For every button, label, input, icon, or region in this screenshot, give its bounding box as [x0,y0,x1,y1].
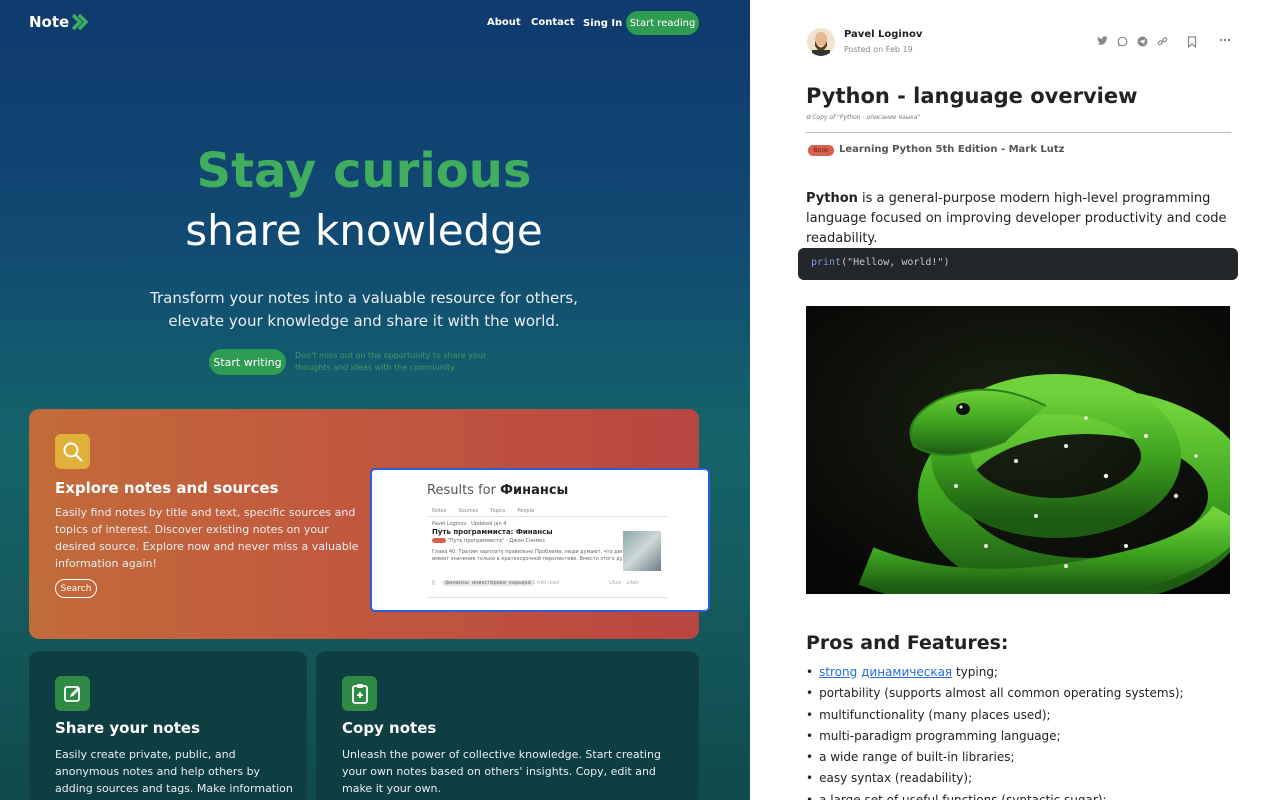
copy-card: Copy notes Unleash the power of collecti… [316,651,699,800]
top-navigation: Note About Contact Sing In Start reading [0,0,750,46]
preview-tab-sources[interactable]: Sources [458,508,478,514]
search-icon [55,434,90,469]
article-pane: Pavel Loginov Posted on Feb 19 Python - … [750,0,1280,800]
list-item: a wide range of built-in libraries; [806,747,1246,768]
list-item: portability (supports almost all common … [806,683,1246,704]
preview-note-title[interactable]: Путь программиста: Финансы [432,528,553,536]
explore-title: Explore notes and sources [55,479,279,497]
preview-excerpt-2: имеют значение только в краткосрочной пе… [432,556,622,562]
hero-subtitle-line2: elevate your knowledge and share it with… [168,312,560,330]
edit-icon [55,676,90,711]
logo-text: Note [29,13,70,31]
preview-divider [427,516,668,517]
code-args: ("Hellow, world!") [841,257,950,268]
copy-of-text: Copy of "Python - описание языка" [812,114,921,121]
preview-results-query: Финансы [500,483,569,498]
hero-title-line2: share knowledge [185,206,543,255]
preview-book-badge [432,538,446,543]
preview-excerpt-1: Глава 40: Тратим зарплату правильно Проб… [432,549,622,555]
preview-source-line: "Путь программиста" - Джон Сонмез [432,538,622,544]
copy-title: Copy notes [342,719,437,737]
source-book-title[interactable]: Learning Python 5th Edition - Mark Lutz [839,144,1064,155]
start-writing-button[interactable]: Start writing [209,349,286,375]
telegram-icon[interactable] [1136,36,1148,48]
python-snake-image [806,306,1230,594]
title-divider [806,132,1231,133]
nav-sign-in-link[interactable]: Sing In [583,18,622,29]
search-button[interactable]: Search [55,579,97,598]
intro-bold: Python [806,191,858,206]
features-list: strong динамическая typing; portability … [806,662,1246,800]
start-reading-button[interactable]: Start reading [626,11,699,35]
intro-text: is a general-purpose modern high-level p… [806,191,1227,246]
more-icon[interactable] [1219,34,1231,46]
book-badge: Book [808,145,834,156]
share-title: Share your notes [55,719,201,737]
hero-hint-text: Don't miss out on the opportunity to sha… [295,351,487,372]
feature-text: typing; [952,665,998,679]
preview-thumbnail [623,531,661,571]
preview-stats: Likes · Likes [609,580,639,586]
preview-results-heading: Results for Финансы [427,483,568,498]
logo[interactable]: Note [29,13,91,31]
logo-mark-icon [71,13,91,31]
post-date: Posted on Feb 19 [844,45,913,54]
copy-text: Unleash the power of collective knowledg… [342,748,661,795]
hero-subtitle-line1: Transform your notes into a valuable res… [150,289,578,307]
preview-bookmark-icon[interactable]: ▯ [432,580,435,586]
share-text: Easily create private, public, and anony… [55,748,293,800]
author-name[interactable]: Pavel Loginov [844,29,922,40]
share-card: Share your notes Easily create private, … [29,651,307,800]
landing-pane: Note About Contact Sing In Start reading… [0,0,750,800]
preview-tab-topics[interactable]: Topics [490,508,505,514]
intro-paragraph: Python is a general-purpose modern high-… [806,189,1236,249]
nav-about-link[interactable]: About [487,17,521,28]
twitter-icon[interactable] [1096,36,1108,48]
preview-read-time: 11 min read [529,580,560,586]
preview-tabs: Notes Sources Topics People [432,508,534,514]
list-item: multifunctionality (many places used); [806,705,1246,726]
strong-link[interactable]: strong [819,665,857,679]
list-item: multi-paradigm programming language; [806,726,1246,747]
author-avatar[interactable] [807,28,835,56]
explore-text: Easily find notes by title and text, spe… [55,506,359,570]
nav-contact-link[interactable]: Contact [531,17,575,28]
preview-tab-people[interactable]: People [517,508,534,514]
article-title: Python - language overview [806,84,1138,108]
preview-divider [427,597,668,598]
search-results-preview: Results for Финансы Notes Sources Topics… [370,468,710,612]
section-title: Pros and Features: [806,632,1009,654]
dynamic-link[interactable]: динамическая [861,665,952,679]
copy-of-link[interactable]: ⧉ Copy of "Python - описание языка" [806,114,920,122]
preview-author-line: Pavel Loginov · Updated jan 4 [432,521,507,527]
code-function: print [811,257,842,268]
whatsapp-icon[interactable] [1116,36,1128,48]
preview-tab-notes[interactable]: Notes [432,508,446,514]
preview-results-prefix: Results for [427,483,496,498]
link-icon[interactable] [1156,36,1168,48]
bookmark-icon[interactable] [1186,36,1198,49]
list-item: strong динамическая typing; [806,662,1246,683]
hero-title-line1: Stay curious [196,143,532,199]
hero-subtitle: Transform your notes into a valuable res… [0,287,728,333]
clipboard-plus-icon [342,676,377,711]
preview-tag[interactable]: финансы [442,580,472,586]
list-item: easy syntax (readability); [806,768,1246,789]
code-block: print("Hellow, world!") [798,248,1238,280]
list-item: a large set of useful functions (syntact… [806,790,1246,800]
preview-source-text: "Путь программиста" - Джон Сонмез [447,538,545,544]
